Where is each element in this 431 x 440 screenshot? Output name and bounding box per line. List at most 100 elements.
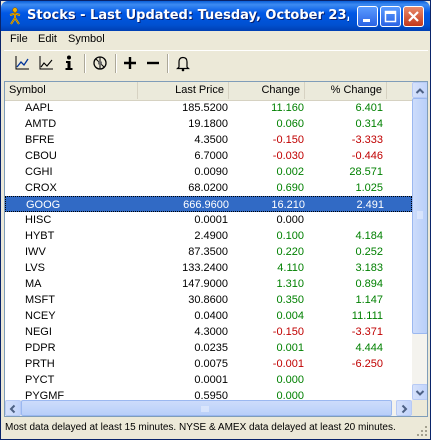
- table-row[interactable]: IWV 87.3500 0.220 0.252: [5, 244, 412, 260]
- column-header-last-price[interactable]: Last Price: [138, 82, 229, 99]
- menu-file[interactable]: File: [10, 33, 28, 45]
- table-row[interactable]: HYBT 2.4900 0.100 4.184: [5, 228, 412, 244]
- table-row[interactable]: CROX 68.0200 0.690 1.025: [5, 180, 412, 196]
- close-button[interactable]: [403, 6, 424, 27]
- change-cell: -0.030: [272, 150, 304, 162]
- pct-change-cell: -0.446: [351, 150, 383, 162]
- table-row[interactable]: NCEY 0.0400 0.004 11.111: [5, 308, 412, 324]
- last-price-cell: 4.3000: [194, 326, 228, 338]
- symbol-cell: PYCT: [25, 374, 55, 386]
- change-cell: 1.310: [276, 278, 304, 290]
- scroll-left-button[interactable]: [5, 400, 21, 416]
- last-price-cell: 6.7000: [194, 150, 228, 162]
- pct-change-cell: 11.111: [351, 310, 383, 322]
- info-icon[interactable]: [60, 54, 78, 72]
- scroll-up-button[interactable]: [412, 82, 427, 98]
- horizontal-scroll-thumb[interactable]: [21, 400, 392, 416]
- table-row-selected[interactable]: GOOG 666.9600 16.210 2.491: [5, 196, 412, 212]
- add-icon[interactable]: [121, 54, 139, 72]
- last-price-cell: 0.0001: [194, 214, 228, 226]
- refresh-icon[interactable]: [91, 54, 109, 72]
- last-price-cell: 2.4900: [194, 230, 228, 242]
- symbol-cell: NEGI: [25, 326, 52, 338]
- pct-change-cell: 4.444: [355, 342, 383, 354]
- toolbar-separator: [115, 54, 117, 73]
- remove-icon[interactable]: [144, 54, 162, 72]
- column-header-pct-change[interactable]: % Change: [305, 82, 387, 99]
- horizontal-scrollbar[interactable]: [5, 400, 412, 416]
- title-bar[interactable]: Stocks - Last Updated: Tuesday, October …: [1, 1, 430, 31]
- symbol-cell: MSFT: [25, 294, 55, 306]
- pct-change-cell: 1.147: [355, 294, 383, 306]
- table-row[interactable]: PDPR 0.0235 0.001 4.444: [5, 340, 412, 356]
- table-row[interactable]: NEGI 4.3000 -0.150 -3.371: [5, 324, 412, 340]
- table-row[interactable]: LVS 133.2400 4.110 3.183: [5, 260, 412, 276]
- symbol-cell: PRTH: [25, 358, 55, 370]
- toolbar-separator: [84, 54, 86, 73]
- table-row[interactable]: CBOU 6.7000 -0.030 -0.446: [5, 148, 412, 164]
- status-bar: Most data delayed at least 15 minutes. N…: [1, 419, 430, 439]
- maximize-button[interactable]: [380, 6, 401, 27]
- change-cell: 0.001: [276, 342, 304, 354]
- table-row[interactable]: PRTH 0.0075 -0.001 -6.250: [5, 356, 412, 372]
- table-row[interactable]: HISC 0.0001 0.000: [5, 212, 412, 228]
- grip-lines-icon: [201, 406, 209, 412]
- table-row[interactable]: MSFT 30.8600 0.350 1.147: [5, 292, 412, 308]
- toolbar-separator: [167, 54, 169, 73]
- change-cell: 0.100: [276, 230, 304, 242]
- menu-edit[interactable]: Edit: [38, 33, 57, 45]
- last-price-cell: 147.9000: [182, 278, 228, 290]
- menu-symbol[interactable]: Symbol: [68, 33, 105, 45]
- pct-change-cell: 1.025: [355, 182, 383, 194]
- symbol-cell: AAPL: [25, 102, 54, 114]
- stock-list[interactable]: Symbol Last Price Change % Change AAPL 18…: [4, 81, 428, 417]
- last-price-cell: 0.0235: [194, 342, 228, 354]
- resize-grip-icon[interactable]: [416, 425, 428, 437]
- pct-change-cell: 3.183: [355, 262, 383, 274]
- line-chart-icon[interactable]: [13, 54, 31, 72]
- table-row[interactable]: BFRE 4.3500 -0.150 -3.333: [5, 132, 412, 148]
- symbol-cell: NCEY: [25, 310, 56, 322]
- table-row[interactable]: AAPL 185.5200 11.160 6.401: [5, 100, 412, 116]
- alert-bell-icon[interactable]: [174, 54, 192, 72]
- pct-change-cell: 0.252: [355, 246, 383, 258]
- table-row[interactable]: CGHI 0.0090 0.002 28.571: [5, 164, 412, 180]
- symbol-cell: GOOG: [26, 199, 61, 211]
- arrow-up-icon: [415, 88, 425, 94]
- scroll-right-button[interactable]: [396, 400, 412, 416]
- symbol-cell: CGHI: [25, 166, 53, 178]
- table-row[interactable]: MA 147.9000 1.310 0.894: [5, 276, 412, 292]
- symbol-cell: CBOU: [25, 150, 57, 162]
- symbol-cell: PDPR: [25, 342, 56, 354]
- last-price-cell: 133.2400: [182, 262, 228, 274]
- column-header-symbol[interactable]: Symbol: [5, 82, 138, 99]
- pct-change-cell: 28.571: [349, 166, 383, 178]
- pct-change-cell: 6.401: [355, 102, 383, 114]
- change-cell: 4.110: [277, 262, 304, 274]
- pct-change-cell: 0.894: [355, 278, 383, 290]
- vertical-scroll-thumb[interactable]: [412, 98, 427, 334]
- last-price-cell: 185.5200: [182, 102, 228, 114]
- minimize-button[interactable]: [357, 6, 378, 27]
- change-cell: -0.150: [272, 326, 304, 338]
- change-cell: 0.004: [276, 310, 304, 322]
- pct-change-cell: 2.491: [356, 199, 384, 211]
- minimize-icon: [363, 19, 370, 22]
- column-header-change[interactable]: Change: [229, 82, 305, 99]
- grip-lines-icon: [417, 211, 423, 219]
- change-cell: 0.690: [276, 182, 304, 194]
- close-icon: [408, 11, 419, 22]
- symbol-cell: CROX: [25, 182, 57, 194]
- table-row[interactable]: AMTD 19.1800 0.060 0.314: [5, 116, 412, 132]
- last-price-cell: 4.3500: [194, 134, 228, 146]
- change-cell: 0.060: [276, 118, 304, 130]
- vertical-scrollbar[interactable]: [412, 82, 427, 400]
- change-cell: 16.210: [271, 199, 305, 211]
- pct-change-cell: -3.371: [351, 326, 383, 338]
- last-price-cell: 68.0200: [188, 182, 228, 194]
- scroll-down-button[interactable]: [412, 384, 427, 400]
- area-chart-icon[interactable]: [37, 54, 55, 72]
- table-row[interactable]: PYCT 0.0001 0.000: [5, 372, 412, 388]
- pct-change-cell: -6.250: [351, 358, 383, 370]
- change-cell: -0.001: [272, 358, 304, 370]
